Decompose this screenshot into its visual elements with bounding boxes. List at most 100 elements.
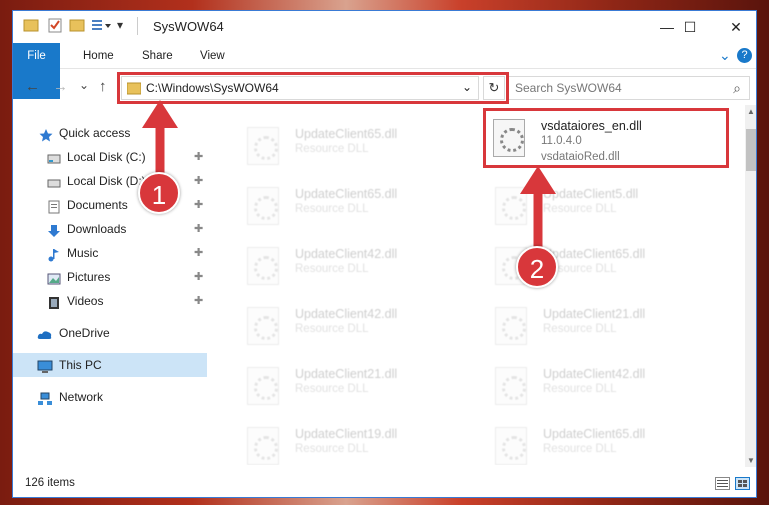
search-icon: ⌕ [733, 80, 741, 96]
nav-item-network[interactable]: Network [13, 385, 207, 409]
navigation-pane: Quick access Local Disk (C:) ✚ Local Dis… [13, 105, 209, 465]
file-name: UpdateClient5.dll [543, 187, 639, 201]
tab-view[interactable]: View [190, 43, 235, 69]
file-description: Resource DLL [543, 443, 617, 455]
tab-home[interactable]: Home [73, 43, 124, 69]
file-item[interactable]: UpdateClient21.dll Resource DLL [241, 359, 481, 415]
pin-icon[interactable]: ✚ [194, 289, 203, 313]
divider [137, 17, 138, 35]
help-icon[interactable]: ? [737, 48, 752, 63]
nav-item-this-pc[interactable]: This PC [13, 353, 207, 377]
nav-label: Videos [67, 294, 104, 308]
dll-file-icon [495, 307, 527, 345]
pin-icon[interactable]: ✚ [194, 145, 203, 169]
dll-file-icon [247, 247, 279, 285]
nav-label: This PC [59, 358, 102, 372]
nav-label: Music [67, 246, 99, 260]
maximize-button[interactable]: ☐ [667, 11, 713, 43]
nav-item-downloads[interactable]: Downloads ✚ [13, 217, 207, 241]
back-button[interactable]: ← [25, 78, 40, 95]
download-icon [47, 222, 61, 237]
step-badge-2: 2 [516, 246, 558, 288]
search-placeholder: Search SysWOW64 [515, 81, 622, 95]
file-description: Resource DLL [295, 143, 369, 155]
search-input[interactable]: Search SysWOW64 ⌕ [506, 76, 750, 100]
window-title: SysWOW64 [153, 19, 224, 34]
file-name: UpdateClient65.dll [543, 247, 646, 261]
file-description: Resource DLL [295, 263, 369, 275]
file-item[interactable]: UpdateClient19.dll Resource DLL [241, 419, 481, 465]
recent-locations-icon[interactable]: ⌄ [79, 78, 89, 92]
close-button[interactable]: ✕ [713, 11, 756, 43]
pin-icon[interactable]: ✚ [194, 265, 203, 289]
file-item[interactable]: UpdateClient65.dll Resource DLL [489, 419, 729, 465]
status-bar: 126 items [13, 473, 756, 497]
file-description: Resource DLL [295, 323, 369, 335]
dll-file-icon [247, 367, 279, 405]
vertical-scrollbar[interactable]: ▲ ▼ [745, 105, 756, 467]
details-view-icon[interactable] [715, 477, 730, 490]
file-name: UpdateClient42.dll [543, 367, 646, 381]
file-description: Resource DLL [295, 203, 369, 215]
nav-item-onedrive[interactable]: OneDrive [13, 321, 207, 345]
file-item[interactable]: UpdateClient42.dll Resource DLL [241, 299, 481, 355]
pin-icon[interactable]: ✚ [194, 241, 203, 265]
ribbon-tabs: File Home Share View ⌄ ? [13, 43, 756, 99]
file-name: UpdateClient21.dll [543, 307, 646, 321]
nav-item-videos[interactable]: Videos ✚ [13, 289, 207, 313]
computer-icon [37, 358, 53, 373]
nav-item-pictures[interactable]: Pictures ✚ [13, 265, 207, 289]
nav-item-local-disk-c[interactable]: Local Disk (C:) ✚ [13, 145, 207, 169]
pin-icon[interactable]: ✚ [194, 217, 203, 241]
nav-label: Local Disk (D:) [67, 174, 146, 188]
file-item[interactable]: UpdateClient42.dll Resource DLL [241, 239, 481, 295]
nav-label: Downloads [67, 222, 127, 236]
file-name: UpdateClient42.dll [295, 307, 398, 321]
tab-share[interactable]: Share [132, 43, 183, 69]
nav-item-quick-access[interactable]: Quick access [13, 121, 207, 145]
cloud-icon [37, 326, 52, 340]
file-item[interactable]: UpdateClient42.dll Resource DLL [489, 359, 729, 415]
file-description: Resource DLL [543, 203, 617, 215]
nav-label: OneDrive [59, 326, 110, 340]
forward-button[interactable]: → [53, 78, 68, 95]
properties-icon[interactable] [47, 17, 65, 35]
customize-toolbar-icon[interactable] [91, 17, 111, 35]
file-description: Resource DLL [543, 323, 617, 335]
large-icons-view-icon[interactable] [735, 477, 750, 490]
file-description: Resource DLL [295, 383, 369, 395]
dll-file-icon [495, 187, 527, 225]
dll-file-icon [247, 307, 279, 345]
scroll-down-icon[interactable]: ▼ [747, 456, 755, 465]
up-button[interactable]: ↑ [99, 78, 107, 95]
file-name: UpdateClient21.dll [295, 367, 398, 381]
ribbon-collapse-icon[interactable]: ⌄ [719, 47, 731, 64]
nav-item-music[interactable]: Music ✚ [13, 241, 207, 265]
file-item[interactable]: UpdateClient21.dll Resource DLL [489, 299, 729, 355]
dll-file-icon [247, 427, 279, 465]
address-row: ← → ⌄ ↑ C:\Windows\SysWOW64 ⌄ ↻ Search S… [13, 69, 756, 105]
file-name: UpdateClient65.dll [295, 187, 398, 201]
step-badge-1: 1 [138, 172, 180, 214]
address-highlight-box [117, 72, 509, 104]
music-icon [47, 246, 61, 262]
star-icon [39, 126, 53, 142]
scrollbar-thumb[interactable] [746, 129, 756, 171]
videos-icon [47, 294, 61, 309]
file-name: UpdateClient65.dll [295, 127, 398, 141]
file-description: Resource DLL [295, 443, 369, 455]
file-list: UpdateClient65.dll Resource DLL UpdateCl… [221, 105, 743, 465]
nav-label: Local Disk (C:) [67, 150, 146, 164]
pictures-icon [47, 270, 61, 285]
dll-file-icon [495, 367, 527, 405]
title-bar: ▾ SysWOW64 — ☐ ✕ [13, 11, 756, 43]
new-folder-icon[interactable] [69, 17, 87, 35]
documents-icon [47, 198, 61, 214]
scroll-up-icon[interactable]: ▲ [747, 107, 755, 116]
quick-access-dropdown-icon[interactable]: ▾ [117, 18, 123, 32]
file-item[interactable]: UpdateClient5.dll Resource DLL [489, 179, 729, 235]
pin-icon[interactable]: ✚ [194, 193, 203, 217]
file-item[interactable]: UpdateClient65.dll Resource DLL [241, 179, 481, 235]
pin-icon[interactable]: ✚ [194, 169, 203, 193]
file-item[interactable]: UpdateClient65.dll Resource DLL [241, 119, 481, 175]
